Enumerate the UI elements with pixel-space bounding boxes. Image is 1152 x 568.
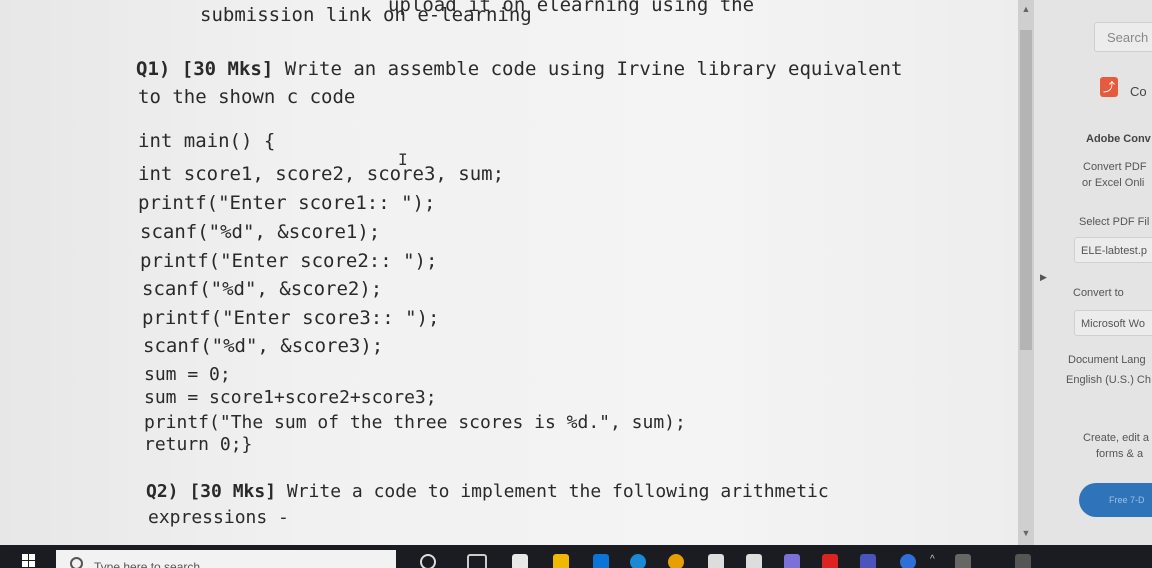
selected-file-field[interactable]: ELE-labtest.p <box>1074 237 1152 263</box>
convert-desc-2: or Excel Onli <box>1082 177 1145 189</box>
document-language-value[interactable]: English (U.S.) Ch <box>1066 374 1151 386</box>
teams-icon[interactable] <box>860 554 876 568</box>
cortana-icon[interactable] <box>420 554 436 568</box>
scroll-up-icon[interactable]: ▲ <box>1021 4 1031 14</box>
select-pdf-label: Select PDF Fil <box>1079 216 1150 228</box>
settings-gear-icon[interactable] <box>708 554 724 568</box>
taskbar-search-input[interactable]: Type here to search <box>94 560 200 568</box>
q1-marks: Q1) [30 Mks] <box>136 58 274 80</box>
code-line-10: sum = score1+score2+score3; <box>144 387 437 408</box>
doc-line-submission: submission link on e-learning <box>200 4 532 26</box>
convert-title[interactable]: Co <box>1130 84 1147 99</box>
chevron-up-icon[interactable]: ^ <box>930 554 940 568</box>
code-line-6: scanf("%d", &score2); <box>142 278 383 300</box>
convert-to-label: Convert to <box>1073 287 1124 299</box>
q1-text-cont: to the shown c code <box>138 86 356 108</box>
adobe-heading: Adobe Conv <box>1086 133 1151 145</box>
scroll-down-icon[interactable]: ▼ <box>1021 528 1031 538</box>
q1-heading: Q1) [30 Mks] Write an assemble code usin… <box>136 58 902 80</box>
code-line-8: scanf("%d", &score3); <box>143 335 384 357</box>
scroll-thumb[interactable] <box>1020 30 1032 350</box>
collapse-pane-icon[interactable]: ▶ <box>1040 272 1047 283</box>
document-language-label: Document Lang <box>1068 354 1146 366</box>
code-line-2: int score1, score2, score3, sum; <box>138 163 505 185</box>
taskbar-search-box[interactable]: Type here to search <box>56 550 396 568</box>
tray-app-icon[interactable] <box>955 554 971 568</box>
code-line-3: printf("Enter score1:: "); <box>138 192 436 214</box>
mail-icon[interactable] <box>593 554 609 568</box>
file-explorer-icon[interactable] <box>553 554 569 568</box>
q2-text-cont: expressions - <box>148 507 289 528</box>
q2-text: Write a code to implement the following … <box>276 481 829 502</box>
code-line-1: int main() { <box>138 130 276 152</box>
tools-search-input[interactable]: Search <box>1094 22 1152 52</box>
q2-marks: Q2) [30 Mks] <box>146 481 277 502</box>
code-line-9: sum = 0; <box>144 364 231 385</box>
calculator-icon[interactable] <box>512 554 528 568</box>
tray-network-icon[interactable] <box>1015 554 1031 568</box>
code-line-5: printf("Enter score2:: "); <box>140 250 438 272</box>
search-icon <box>70 557 83 568</box>
pdf-icon: ⤴ <box>1100 77 1118 97</box>
convert-desc-1: Convert PDF <box>1083 161 1147 173</box>
create-edit-line-2: forms & a <box>1096 448 1144 460</box>
free-trial-button[interactable]: Free 7-D <box>1079 483 1152 517</box>
app-icon[interactable] <box>746 554 762 568</box>
q1-text: Write an assemble code using Irvine libr… <box>273 58 903 80</box>
document-page: upload it on elearning using the submiss… <box>0 0 1018 545</box>
code-line-11: printf("The sum of the three scores is %… <box>144 412 686 433</box>
document-scrollbar[interactable]: ▲ ▼ <box>1018 0 1034 545</box>
code-line-7: printf("Enter score3:: "); <box>142 307 440 329</box>
tools-pane: ▶ Search ⤴ Co Adobe Conv Convert PDF or … <box>1034 0 1152 545</box>
taskbar: Type here to search ^ <box>0 545 1152 568</box>
code-line-12: return 0;} <box>144 434 253 455</box>
task-view-icon[interactable] <box>467 554 487 568</box>
code-line-4: scanf("%d", &score1); <box>140 221 381 243</box>
chrome-icon[interactable] <box>668 554 684 568</box>
text-cursor-icon: I <box>398 150 408 169</box>
help-icon[interactable] <box>900 554 916 568</box>
visual-studio-icon[interactable] <box>784 554 800 568</box>
acrobat-icon[interactable] <box>822 554 838 568</box>
convert-to-select[interactable]: Microsoft Wo <box>1074 310 1152 336</box>
edge-icon[interactable] <box>630 554 646 568</box>
q2-heading: Q2) [30 Mks] Write a code to implement t… <box>146 481 829 502</box>
create-edit-line-1: Create, edit a <box>1083 432 1150 444</box>
